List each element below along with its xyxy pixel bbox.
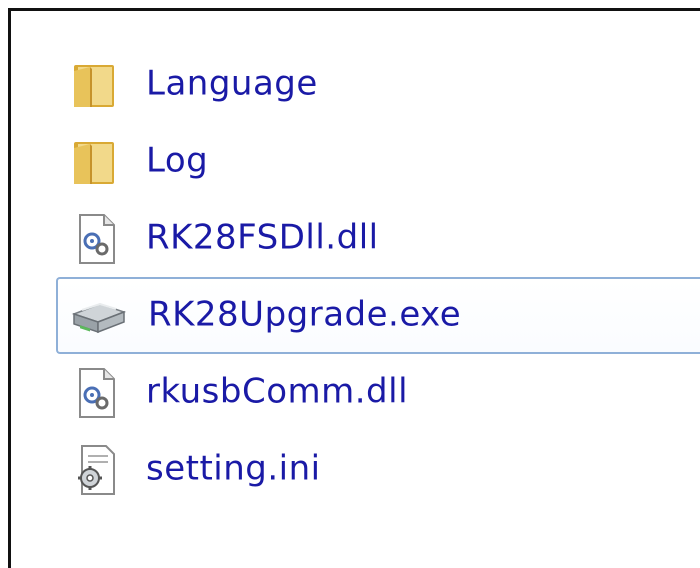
file-item-log[interactable]: Log (56, 123, 700, 200)
file-item-rk28fsdll-dll[interactable]: RK28FSDll.dll (56, 200, 700, 277)
file-name: RK28Upgrade.exe (148, 293, 462, 334)
file-item-rkusbcomm-dll[interactable]: rkusbComm.dll (56, 354, 700, 431)
executable-icon (71, 302, 126, 333)
settings-file-icon (78, 444, 115, 495)
file-name: RK28FSDll.dll (146, 216, 379, 257)
dll-file-icon (79, 213, 115, 264)
dll-file-icon (79, 367, 115, 418)
file-item-rk28upgrade-exe[interactable]: RK28Upgrade.exe (56, 277, 700, 354)
file-name: setting.ini (146, 447, 321, 488)
file-item-setting-ini[interactable]: setting.ini (56, 431, 700, 508)
file-name: Language (146, 62, 318, 103)
file-list: Language Log RK28FSDll.dll RK28Upgrade.e… (56, 46, 700, 508)
folder-icon (74, 64, 114, 107)
folder-icon (74, 141, 114, 184)
file-name: rkusbComm.dll (146, 370, 409, 411)
file-name: Log (146, 139, 209, 180)
file-item-language[interactable]: Language (56, 46, 700, 123)
